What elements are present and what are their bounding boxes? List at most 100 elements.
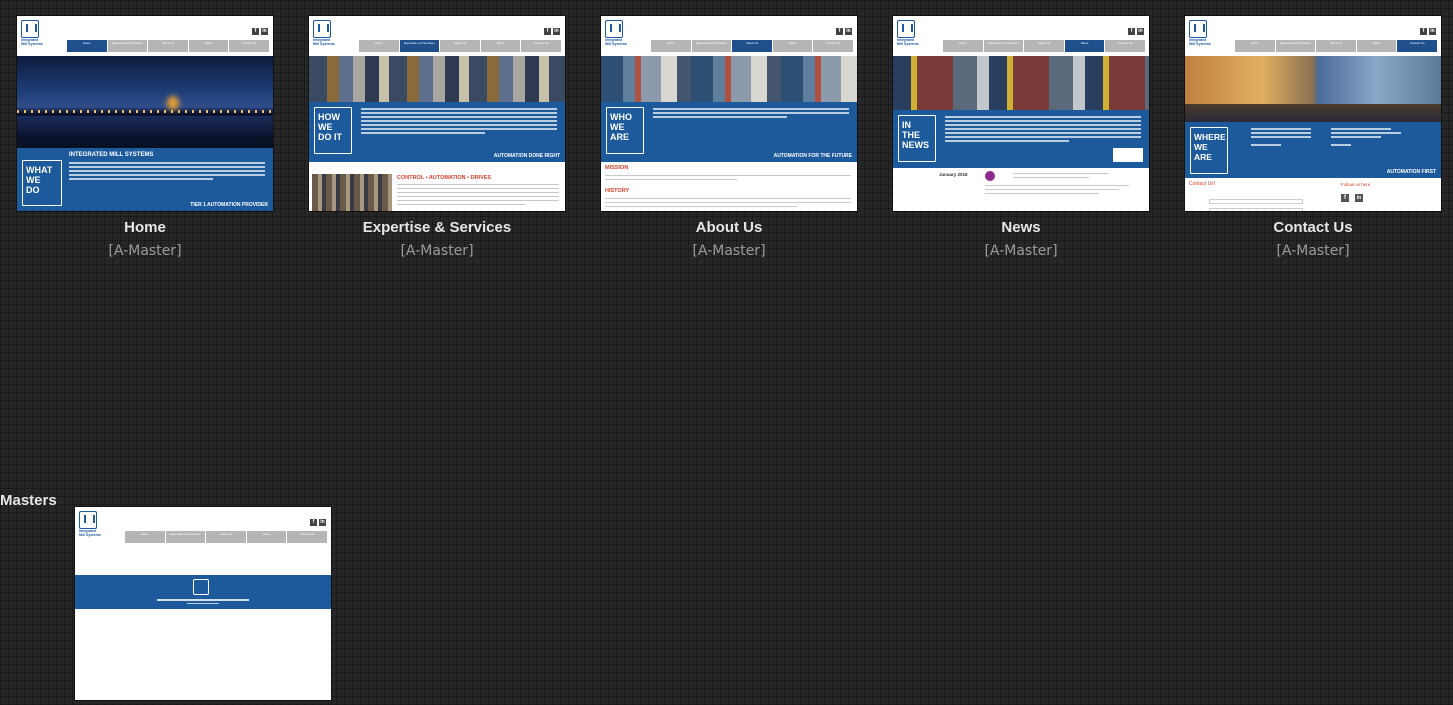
contact-section: Contact Us! Follow us here f in — [1185, 178, 1441, 211]
nav-news: News — [1356, 40, 1397, 52]
hero-box: HOW WE DO IT — [314, 107, 352, 154]
facebook-icon: f — [836, 28, 843, 35]
linkedin-icon: in — [1137, 28, 1144, 35]
nav-home: Home — [943, 40, 983, 52]
logo: Integrated Mill Systems — [79, 511, 101, 537]
logo: Integrated Mill Systems — [21, 20, 43, 46]
page-about-us[interactable]: Integrated Mill Systems f in Home Experti… — [600, 15, 858, 259]
page-home[interactable]: Integrated Mill Systems f in Home Experti… — [16, 15, 274, 259]
nav-news: News — [772, 40, 813, 52]
social-icons: f in — [1128, 28, 1144, 35]
nav-contact: Contact Us — [287, 531, 327, 543]
hero-band: WHERE WE ARE AUTOMATION FIRST — [1185, 122, 1441, 178]
tagline: AUTOMATION FOR THE FUTURE — [773, 153, 852, 159]
nav-bar: Home Expertise and Services About Us New… — [359, 40, 561, 52]
nav-bar: Home Expertise and Services About Us New… — [125, 531, 327, 543]
social-icons: f in — [252, 28, 268, 35]
nav-expertise: Expertise and Services — [399, 40, 440, 52]
page-master: [A-Master] — [692, 243, 766, 259]
linkedin-icon: in — [1429, 28, 1436, 35]
logo: Integrated Mill Systems — [1189, 20, 1211, 46]
page-thumbnail-news[interactable]: Integrated Mill Systems f in Home Experti… — [892, 15, 1150, 212]
section-heading: INTEGRATED MILL SYSTEMS — [69, 152, 154, 158]
logo: Integrated Mill Systems — [605, 20, 627, 46]
hero-box: WHO WE ARE — [606, 107, 644, 154]
hero-band: WHO WE ARE AUTOMATION FOR THE FUTURE — [601, 102, 857, 162]
page-expertise-services[interactable]: Integrated Mill Systems f in Home Experti… — [308, 15, 566, 259]
nav-about: About Us — [1024, 40, 1064, 52]
nav-contact: Contact Us — [229, 40, 269, 52]
page-title: Contact Us — [1273, 219, 1353, 236]
nav-expertise: Expertise and Services — [691, 40, 732, 52]
contact-social: f in — [1341, 194, 1363, 202]
page-master: [A-Master] — [984, 243, 1058, 259]
page-thumbnail-about[interactable]: Integrated Mill Systems f in Home Experti… — [600, 15, 858, 212]
nav-expertise: Expertise and Services — [1275, 40, 1316, 52]
services-section: CONTROL • AUTOMATION • DRIVES — [309, 162, 565, 211]
nav-expertise: Expertise and Services — [107, 40, 148, 52]
logo: Integrated Mill Systems — [897, 20, 919, 46]
hero-box: IN THE NEWS — [898, 115, 936, 162]
page-title: Expertise & Services — [362, 219, 512, 236]
hero-band: HOW WE DO IT AUTOMATION DONE RIGHT — [309, 102, 565, 162]
nav-about: About Us — [440, 40, 480, 52]
nav-home: Home — [1235, 40, 1275, 52]
page-master: [A-Master] — [400, 243, 474, 259]
news-date: January 2016 — [939, 172, 968, 177]
about-section: MISSION HISTORY — [601, 162, 857, 211]
hero-band: WHAT WE DO INTEGRATED MILL SYSTEMS TIER 1 … — [17, 148, 273, 211]
page-thumbnail-home[interactable]: Integrated Mill Systems f in Home Experti… — [16, 15, 274, 212]
linkedin-icon: in — [1355, 194, 1363, 202]
nav-news: News — [246, 531, 287, 543]
nav-about: About Us — [1316, 40, 1356, 52]
hero-band: IN THE NEWS — [893, 110, 1149, 168]
news-section: January 2016 — [893, 168, 1149, 211]
masters-section-label: Masters — [0, 492, 57, 509]
services-heading: CONTROL • AUTOMATION • DRIVES — [397, 175, 492, 181]
nav-expertise: Expertise and Services — [165, 531, 206, 543]
nav-contact: Contact Us — [521, 40, 561, 52]
hero-collage — [601, 56, 857, 102]
follow-text: Follow us here — [1341, 182, 1371, 187]
nav-bar: Home Expertise and Services About Us New… — [67, 40, 269, 52]
history-heading: HISTORY — [605, 188, 630, 194]
page-contact-us[interactable]: Integrated Mill Systems f in Home Experti… — [1184, 15, 1442, 259]
contact-heading: Contact Us! — [1189, 181, 1216, 187]
tagline: TIER 1 AUTOMATION PROVIDER — [190, 202, 268, 208]
mission-heading: MISSION — [605, 165, 629, 171]
page-thumbnail-expertise[interactable]: Integrated Mill Systems f in Home Experti… — [308, 15, 566, 212]
page-master: [A-Master] — [108, 243, 182, 259]
nav-home: Home — [651, 40, 691, 52]
tagline: AUTOMATION DONE RIGHT — [493, 153, 560, 159]
nav-bar: Home Expertise and Services About Us New… — [651, 40, 853, 52]
page-title: Home — [124, 219, 166, 236]
social-icons: f in — [310, 519, 326, 526]
nav-bar: Home Expertise and Services About Us New… — [943, 40, 1145, 52]
nav-news: News — [1064, 40, 1105, 52]
page-news[interactable]: Integrated Mill Systems f in Home Experti… — [892, 15, 1150, 259]
logo: Integrated Mill Systems — [313, 20, 335, 46]
hero-box: WHAT WE DO — [22, 160, 62, 206]
facebook-icon: f — [1420, 28, 1427, 35]
nav-about: About Us — [732, 40, 772, 52]
master-thumbnail-a-master[interactable]: Integrated Mill Systems f in Home Experti… — [74, 506, 332, 701]
page-title: News — [1001, 219, 1041, 236]
page-thumbnail-contact[interactable]: Integrated Mill Systems f in Home Experti… — [1184, 15, 1442, 212]
social-icons: f in — [836, 28, 852, 35]
contact-form-field — [1209, 199, 1303, 204]
nav-about: About Us — [148, 40, 188, 52]
fives-logo — [985, 171, 995, 181]
services-image — [312, 174, 392, 211]
contact-form-field — [1209, 208, 1303, 211]
hero-collage — [309, 56, 565, 102]
hero-image — [17, 56, 273, 148]
nav-contact: Contact Us — [1397, 40, 1437, 52]
social-icons: f in — [1420, 28, 1436, 35]
nav-contact: Contact Us — [813, 40, 853, 52]
tagline: AUTOMATION FIRST — [1386, 169, 1436, 175]
nav-home: Home — [67, 40, 107, 52]
facebook-icon: f — [310, 519, 317, 526]
nav-about: About Us — [206, 531, 246, 543]
facebook-icon: f — [544, 28, 551, 35]
badge-logo — [1113, 148, 1143, 162]
